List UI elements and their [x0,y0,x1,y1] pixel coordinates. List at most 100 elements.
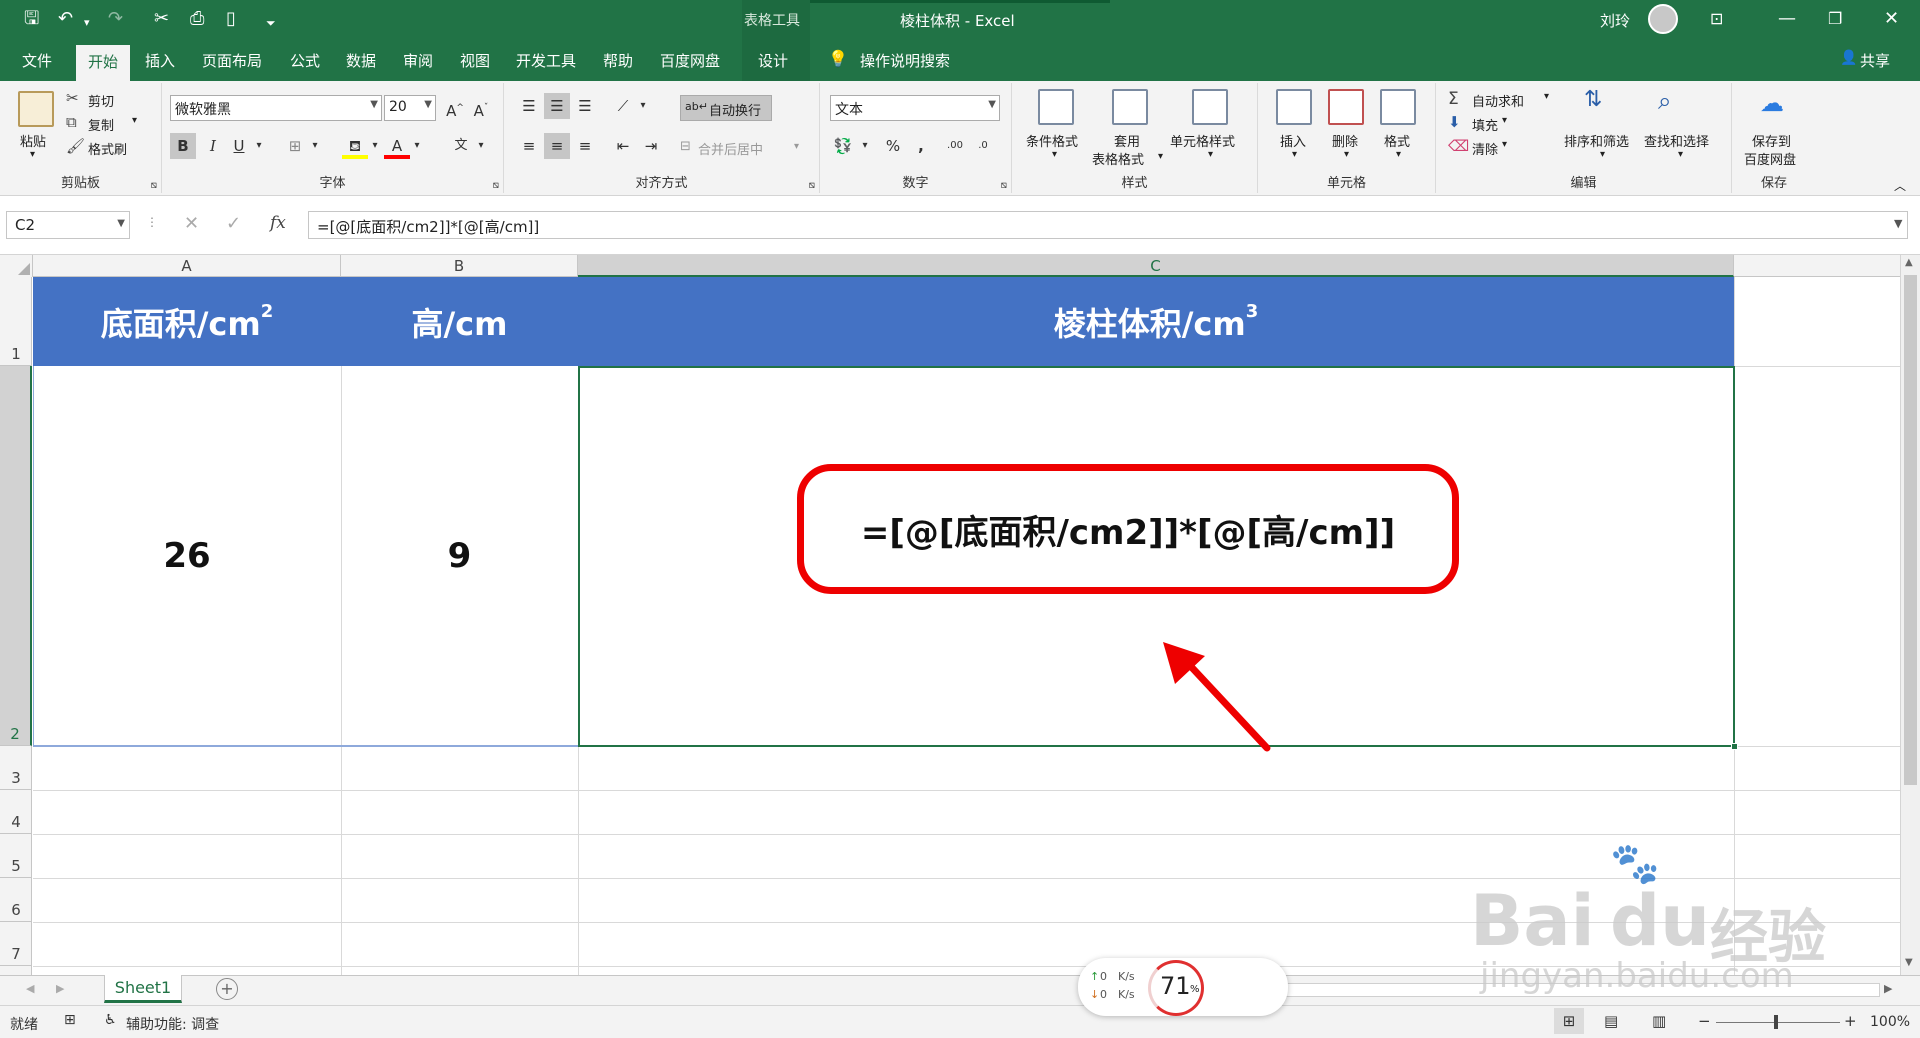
align-middle-icon[interactable]: ☰ [544,93,570,119]
copy-dropdown-icon[interactable]: ▾ [132,115,137,126]
paste-dropdown-icon[interactable]: ▾ [30,149,35,160]
bold-button[interactable]: B [170,133,196,159]
font-color-dropdown-icon[interactable]: ▾ [404,133,430,159]
column-header-c[interactable]: C [578,255,1734,277]
clear-button[interactable]: 清除 [1472,139,1498,158]
tab-home[interactable]: 开始 [76,45,131,81]
percent-icon[interactable]: % [880,133,906,159]
dialog-launcher-icon[interactable]: ⧅ [151,180,157,191]
tab-help[interactable]: 帮助 [603,50,633,71]
conditional-format-icon[interactable] [1038,89,1074,125]
tab-view[interactable]: 视图 [460,50,490,71]
tab-page-layout[interactable]: 页面布局 [202,50,262,71]
save-to-netdisk-1[interactable]: 保存到 [1752,131,1791,150]
avatar[interactable] [1648,4,1678,34]
grow-font-icon[interactable]: A^ [442,95,468,121]
undo-dropdown-icon[interactable]: ▾ [84,13,90,33]
format-as-table-button-2[interactable]: 表格格式 [1092,149,1144,168]
zoom-slider-thumb[interactable] [1774,1015,1778,1029]
merge-dropdown-icon[interactable]: ▾ [794,141,799,152]
tab-developer[interactable]: 开发工具 [516,50,576,71]
tell-me-search[interactable]: 操作说明搜索 [860,50,950,71]
tab-baidu-netdisk[interactable]: 百度网盘 [660,50,720,71]
normal-view-icon[interactable]: ⊞ [1554,1008,1584,1034]
delete-cells-button[interactable]: 删除 [1332,131,1358,150]
save-icon[interactable]: 🖫 [24,9,39,29]
row-header-1[interactable]: 1 [0,277,32,366]
row-header-5[interactable]: 5 [0,834,32,878]
redo-icon[interactable]: ↷ [108,9,123,29]
accessibility-status[interactable]: 辅助功能: 调查 [126,1014,219,1034]
align-left-icon[interactable]: ≡ [516,133,542,159]
sort-filter-button[interactable]: 排序和筛选 [1564,131,1629,150]
row-header-4[interactable]: 4 [0,790,32,834]
user-name[interactable]: 刘玲 [1600,10,1630,31]
dialog-launcher-icon[interactable]: ⧅ [1001,180,1007,191]
wrap-text-button[interactable]: ab↵ 自动换行 [680,95,772,121]
merge-center-button[interactable]: 合并后居中 [698,139,763,158]
tab-design[interactable]: 设计 [758,50,788,71]
ribbon-display-icon[interactable]: ⊡ [1710,9,1723,29]
formula-input[interactable]: =[@[底面积/cm2]]*[@[高/cm]] [308,211,1908,239]
delete-dropdown-icon[interactable]: ▾ [1344,149,1349,160]
clear-dropdown-icon[interactable]: ▾ [1502,139,1507,150]
sort-dropdown-icon[interactable]: ▾ [1600,149,1605,160]
cell-b2[interactable]: 9 [341,366,578,746]
save-to-netdisk-2[interactable]: 百度网盘 [1744,149,1796,168]
delete-cells-icon[interactable] [1328,89,1364,125]
tab-formulas[interactable]: 公式 [290,50,320,71]
zoom-level[interactable]: 100% [1870,1014,1910,1030]
format-painter-button[interactable]: 格式刷 [88,139,127,158]
prev-sheet-icon[interactable]: ◀ [26,982,34,995]
tab-review[interactable]: 审阅 [403,50,433,71]
header-cell-c1[interactable]: 棱柱体积/cm 3 [578,277,1734,366]
minimize-icon[interactable]: — [1778,9,1796,29]
decrease-decimal-icon[interactable]: .0 [970,133,996,159]
collapse-ribbon-icon[interactable]: ︿ [1894,177,1906,194]
increase-decimal-icon[interactable]: .00 [942,133,968,159]
borders-dropdown-icon[interactable]: ▾ [302,133,328,159]
format-as-table-icon[interactable] [1112,89,1148,125]
phonetic-dropdown-icon[interactable]: ▾ [468,133,494,159]
orientation-dropdown-icon[interactable]: ▾ [630,93,656,119]
insert-cells-button[interactable]: 插入 [1280,131,1306,150]
column-header-b[interactable]: B [341,255,578,277]
cell-styles-button[interactable]: 单元格样式 [1170,131,1235,150]
select-all-corner[interactable] [0,255,33,277]
cell-styles-icon[interactable] [1192,89,1228,125]
cell-a2[interactable]: 26 [33,366,341,746]
add-sheet-icon[interactable]: + [216,978,238,1000]
conditional-format-button[interactable]: 条件格式 [1026,131,1078,150]
system-monitor-widget[interactable]: ↑ 0 K/s ↓ 0 K/s 71 % [1078,958,1288,1016]
find-dropdown-icon[interactable]: ▾ [1678,149,1683,160]
accounting-dropdown-icon[interactable]: ▾ [852,133,878,159]
fill-dropdown-icon[interactable]: ▾ [1502,115,1507,126]
header-cell-b1[interactable]: 高/cm [341,277,578,366]
paste-button[interactable]: 粘贴 [20,131,46,150]
customize-icon[interactable]: ⏷ [266,13,276,33]
row-header-2[interactable]: 2 [0,366,32,746]
row-header-6[interactable]: 6 [0,878,32,922]
comma-icon[interactable]: , [908,133,934,159]
align-bottom-icon[interactable]: ☰ [572,93,598,119]
cancel-icon[interactable]: ✕ [184,213,199,234]
paste-icon[interactable] [18,91,54,127]
tab-file[interactable]: 文件 [22,50,52,71]
copy-button[interactable]: 复制 [88,115,114,134]
align-center-icon[interactable]: ≡ [544,133,570,159]
autosum-dropdown-icon[interactable]: ▾ [1544,91,1549,102]
macro-record-icon[interactable]: ⊞ [64,1012,76,1028]
italic-button[interactable]: I [200,133,226,159]
align-top-icon[interactable]: ☰ [516,93,542,119]
cut-icon[interactable]: ✂ [154,9,169,29]
underline-dropdown-icon[interactable]: ▾ [246,133,272,159]
increase-indent-icon[interactable]: ⇥ [638,133,664,159]
column-header-a[interactable]: A [33,255,341,277]
dialog-launcher-icon[interactable]: ⧅ [493,180,499,191]
page-layout-view-icon[interactable]: ▤ [1604,1012,1618,1030]
format-as-table-dropdown-icon[interactable]: ▾ [1158,151,1163,162]
page-break-view-icon[interactable]: ▥ [1652,1012,1666,1030]
conditional-format-dropdown-icon[interactable]: ▾ [1052,149,1057,160]
share-icon[interactable]: 👤 [1840,50,1857,66]
align-right-icon[interactable]: ≡ [572,133,598,159]
